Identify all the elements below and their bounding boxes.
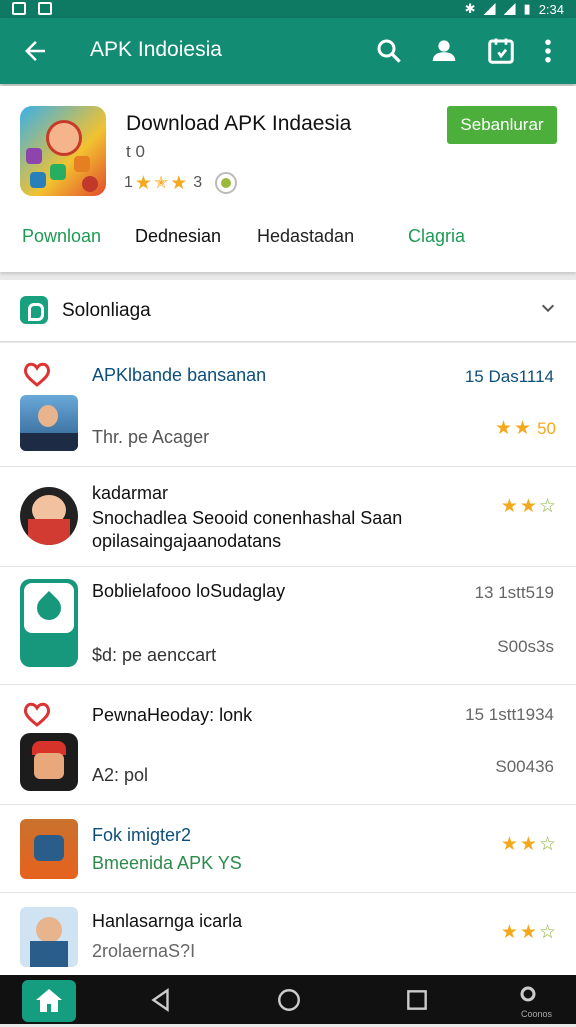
nav-recents-icon[interactable] — [404, 987, 430, 1013]
list-item-subtitle: 2rolaernaS?I — [92, 941, 196, 961]
app-bar: APK Indoiesia — [0, 18, 576, 84]
tab-bar: Pownloan Dednesian Hedastadan Clagria — [0, 226, 576, 256]
app-thumbnail — [20, 579, 78, 667]
star-icon: ★ — [134, 172, 152, 194]
section-icon — [20, 296, 48, 324]
battery-icon: ▮ — [523, 1, 531, 16]
list-item-title: Hanlasarnga icarla — [92, 911, 243, 931]
chevron-down-icon[interactable] — [540, 300, 556, 316]
list-item[interactable]: Boblielafooo loSudaglay $d: pe aenccart … — [0, 567, 576, 685]
home-tab-button[interactable] — [22, 980, 76, 1022]
list-item[interactable]: Hanlasarnga icarla 2rolaernaS?I ★ ★ ☆ — [0, 893, 576, 975]
app-name: Download APK Indaesia — [126, 112, 352, 135]
list-item-date: 13 1stt519 — [474, 583, 554, 602]
app-thumbnail — [20, 733, 78, 791]
nav-back-icon[interactable] — [148, 987, 174, 1013]
list-item[interactable]: kadarmar Snochadlea Seooid conenhashal S… — [0, 467, 576, 567]
list-item-title: PewnaHeoday: lonk — [92, 705, 253, 725]
rating: ★ ★ ☆ — [500, 496, 556, 517]
app-header-card: Download APK Indaesia t 0 1 ★ ✭ ★ 3 Seba… — [0, 86, 576, 272]
app-rating: 1 ★ ✭ ★ 3 — [124, 171, 238, 195]
list-item-size: S00s3s — [497, 637, 554, 656]
list-item-title: Boblielafooo loSudaglay — [92, 581, 286, 601]
app-bar-title: APK Indoiesia — [90, 38, 222, 61]
rating-left: 1 — [124, 174, 133, 191]
heart-badge-icon — [23, 702, 51, 727]
tab-category[interactable]: Clagria — [408, 226, 465, 247]
status-time: 2:34 — [538, 1, 564, 17]
heart-badge-icon — [23, 362, 51, 387]
list-item-title: kadarmar — [92, 483, 169, 503]
account-icon[interactable] — [429, 36, 459, 66]
list-item-subtitle: A2: pol — [92, 765, 149, 785]
section-title: Solonliaga — [62, 300, 151, 321]
star-icon: ★ — [170, 172, 188, 194]
search-icon[interactable] — [374, 36, 404, 66]
list-item-description: Snochadlea Seooid conenhashal Saan — [92, 508, 403, 528]
list-item-description: opilasaingajaanodatans — [92, 531, 282, 551]
wifi-icon — [483, 3, 496, 15]
notification-icon — [12, 2, 26, 15]
system-nav-bar: Coonos — [0, 975, 576, 1024]
rating-right: 3 — [193, 174, 203, 191]
nav-extra-icon[interactable] — [516, 985, 540, 1009]
rating: ★ ★ ☆ — [500, 834, 556, 855]
app-icon — [20, 106, 106, 196]
image-icon — [38, 2, 52, 15]
section-header[interactable]: Solonliaga — [0, 280, 576, 342]
bluetooth-icon: ✱ — [464, 1, 476, 16]
badge-icon — [215, 172, 238, 194]
nav-extra-label: Coonos — [520, 1009, 552, 1019]
star-icon: ✭ — [153, 173, 169, 192]
app-version: t 0 — [126, 142, 145, 161]
tab-details[interactable]: Hedastadan — [257, 226, 354, 247]
install-button[interactable]: Sebanlurar — [447, 106, 557, 144]
signal-icon — [503, 3, 516, 15]
tab-description[interactable]: Dednesian — [135, 226, 221, 247]
list-item[interactable]: APKlbande bansanan Thr. pe Acager 15 Das… — [0, 343, 576, 467]
app-thumbnail — [20, 819, 78, 879]
list-item-subtitle: Thr. pe Acager — [92, 427, 210, 447]
status-bar: ✱ ▮ 2:34 — [0, 0, 576, 18]
list-item[interactable]: Fok imigter2 Bmeenida APK YS ★ ★ ☆ — [0, 805, 576, 893]
app-thumbnail — [20, 487, 78, 545]
app-list: APKlbande bansanan Thr. pe Acager 15 Das… — [0, 343, 576, 975]
rating: ★ ★ 50 — [494, 418, 556, 439]
nav-home-icon[interactable] — [276, 987, 302, 1013]
back-arrow-icon[interactable] — [20, 36, 50, 66]
calendar-icon[interactable] — [486, 36, 516, 66]
home-icon — [36, 989, 62, 1012]
rating: ★ ★ ☆ — [500, 922, 556, 943]
tab-download[interactable]: Pownloan — [22, 226, 101, 247]
list-item-subtitle: Bmeenida APK YS — [92, 853, 242, 873]
list-item-date: 15 1stt1934 — [465, 705, 554, 724]
overflow-menu-icon[interactable] — [533, 36, 563, 66]
list-item-date: 15 Das1114 — [464, 367, 554, 386]
list-item-title: Fok imigter2 — [92, 825, 192, 845]
rating-value: 50 — [537, 418, 556, 438]
list-item-size: S00436 — [495, 757, 554, 776]
list-item[interactable]: PewnaHeoday: lonk A2: pol 15 1stt1934 S0… — [0, 685, 576, 805]
app-thumbnail — [20, 395, 78, 451]
app-thumbnail — [20, 907, 78, 967]
list-item-subtitle: $d: pe aenccart — [92, 645, 217, 665]
list-item-title: APKlbande bansanan — [92, 365, 267, 385]
